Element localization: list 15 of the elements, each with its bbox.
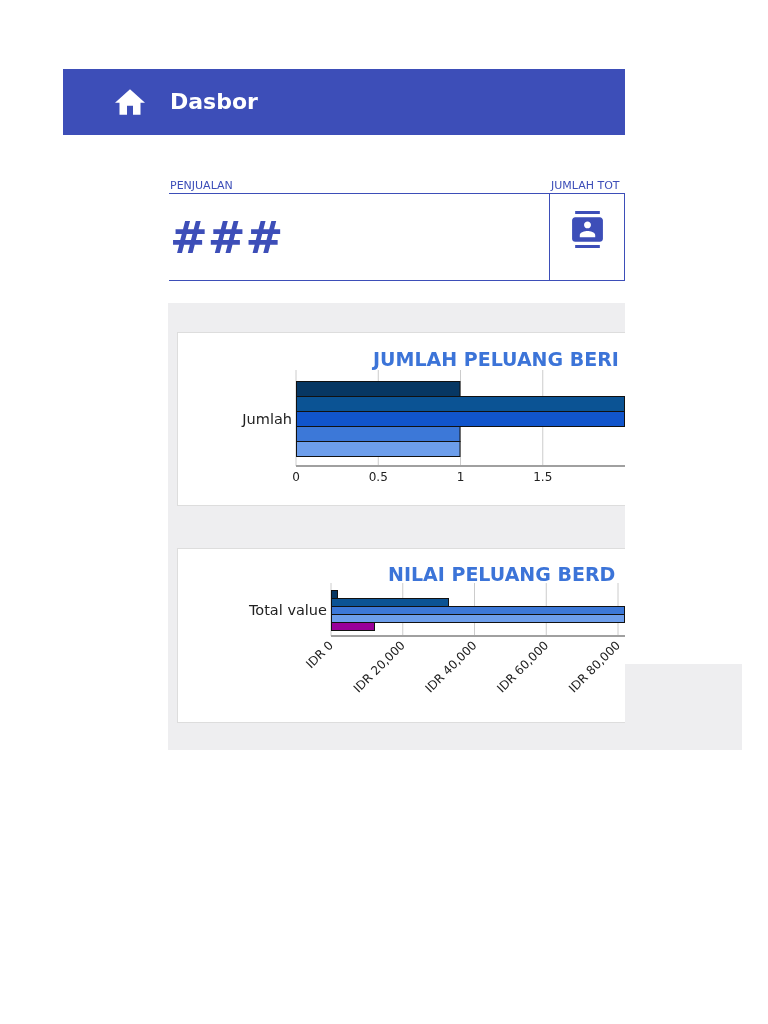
category-label: Total value (248, 602, 327, 618)
stat-value: ### (170, 214, 284, 260)
tick-label: 0.5 (368, 470, 388, 484)
stat-label: JUMLAH TOT (551, 179, 620, 192)
category-label: Jumlah (242, 411, 292, 427)
tick-label: 1.5 (533, 470, 553, 484)
page-title: Dasbor (170, 91, 258, 113)
home-icon[interactable] (115, 89, 145, 115)
stat-label: PENJUALAN (170, 179, 233, 192)
tick-label: IDR 0 (303, 638, 337, 672)
chart-title: JUMLAH PELUANG BERI (373, 348, 619, 370)
tick-label: 0 (292, 470, 300, 484)
chart-title: NILAI PELUANG BERD (388, 563, 616, 585)
contact-card-icon (571, 211, 603, 248)
tick-label: 1 (456, 470, 465, 484)
